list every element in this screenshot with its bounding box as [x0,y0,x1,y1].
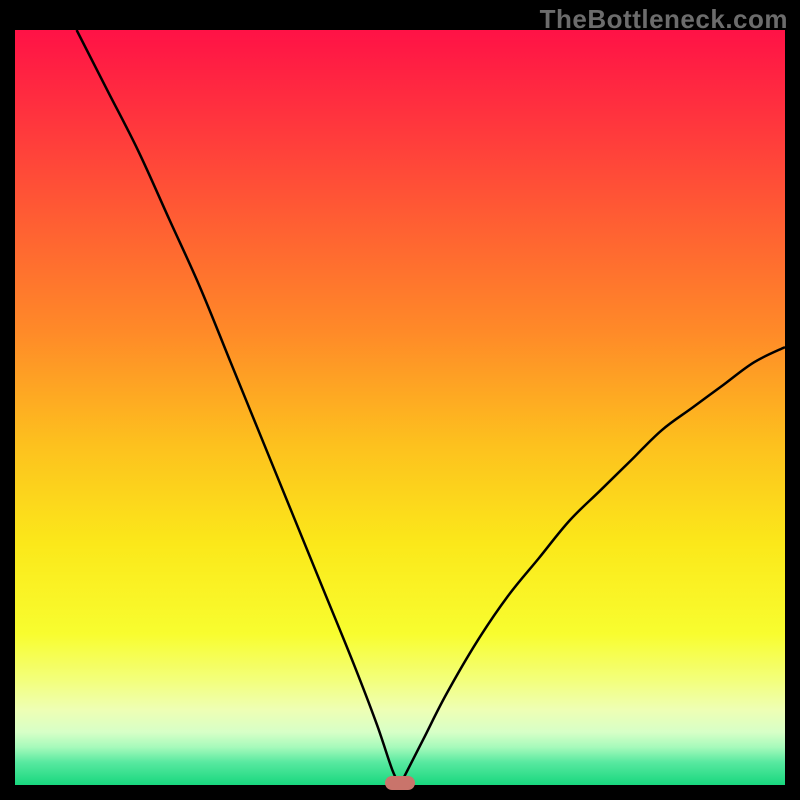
minimum-marker [385,776,415,790]
bottleneck-chart [15,30,785,785]
chart-frame: TheBottleneck.com [0,0,800,800]
watermark-text: TheBottleneck.com [540,4,788,35]
gradient-background [15,30,785,785]
